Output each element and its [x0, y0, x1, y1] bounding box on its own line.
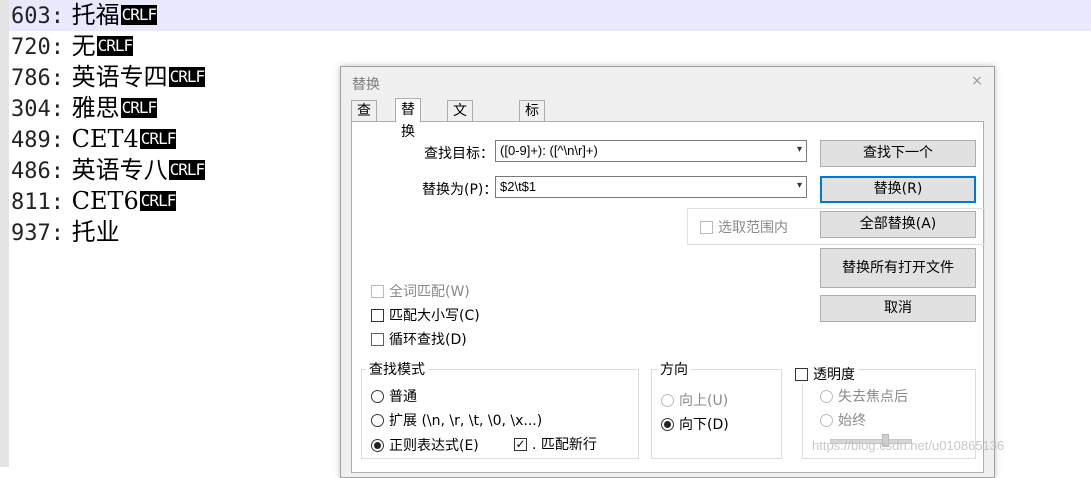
line-key: 603: [11, 4, 64, 29]
transparency-checkbox[interactable]: 透明度 [795, 364, 858, 384]
editor-line[interactable]: 603: 托福 CRLF [9, 0, 1091, 31]
watermark: https://blog.csdn.net/u010865136 [812, 438, 1005, 453]
radio-on-lose-focus[interactable]: 失去焦点后 [820, 386, 908, 406]
replace-panel: 查找目标： ([0-9]+): ([^\n\r]+) ▾ 替换为(P)： $2\… [351, 121, 985, 473]
transparency-label: 透明度 [813, 367, 855, 383]
editor-line[interactable]: 720: 无 CRLF [11, 31, 134, 62]
line-key: 811: [11, 190, 64, 215]
crlf-marker: CRLF [120, 98, 158, 118]
crlf-marker: CRLF [139, 191, 177, 211]
radio-up[interactable]: 向上(U) [661, 390, 728, 410]
cancel-button[interactable]: 取消 [820, 295, 976, 322]
line-key: 489: [11, 128, 64, 153]
line-key: 937: [11, 221, 64, 246]
checkbox-box [795, 367, 808, 381]
line-key: 304: [11, 97, 64, 122]
crlf-marker: CRLF [120, 5, 158, 25]
replace-all-button[interactable]: 全部替换(A) [820, 211, 976, 238]
in-selection-label: 选取范围内 [718, 220, 788, 236]
line-value: 英语专八 [71, 156, 168, 184]
radio-circle [820, 389, 833, 403]
radio-always-label: 始终 [838, 413, 866, 429]
find-next-button[interactable]: 查找下一个 [820, 140, 976, 167]
radio-down[interactable]: 向下(D) [661, 414, 729, 434]
checkbox-box [371, 308, 384, 322]
line-value: 雅思 [71, 94, 120, 122]
tab-mark[interactable]: 标记 [519, 100, 545, 139]
radio-circle [371, 438, 384, 452]
check-icon: ✓ [514, 437, 527, 451]
whole-word-label: 全词匹配(W) [389, 284, 470, 300]
replace-input[interactable]: $2\t$1 ▾ [495, 176, 807, 198]
replace-all-open-files-button[interactable]: 替换所有打开文件 [820, 248, 976, 288]
dot-newline-label: . 匹配新行 [532, 437, 597, 453]
replace-button[interactable]: 替换(R) [820, 176, 976, 203]
checkbox-box [371, 284, 384, 298]
radio-normal[interactable]: 普通 [371, 386, 417, 406]
editor-line[interactable]: 489: CET4 CRLF [11, 124, 177, 155]
radio-circle [820, 413, 833, 427]
chevron-down-icon[interactable]: ▾ [797, 180, 802, 191]
radio-extended[interactable]: 扩展 (\n, \r, \t, \0, \x...) [371, 410, 542, 430]
line-value: 托福 [71, 1, 120, 29]
crlf-marker: CRLF [96, 36, 134, 56]
radio-extended-label: 扩展 (\n, \r, \t, \0, \x...) [389, 413, 543, 429]
line-value: 英语专四 [71, 63, 168, 91]
whole-word-checkbox[interactable]: 全词匹配(W) [371, 281, 470, 301]
crlf-marker: CRLF [168, 67, 206, 87]
replace-value: $2\t$1 [500, 179, 537, 194]
radio-regex[interactable]: 正则表达式(E) [371, 435, 479, 455]
crlf-marker: CRLF [168, 160, 206, 180]
radio-always[interactable]: 始终 [820, 410, 866, 430]
tab-replace[interactable]: 替换 [395, 98, 421, 140]
find-input[interactable]: ([0-9]+): ([^\n\r]+) ▾ [495, 140, 807, 162]
wrap-around-label: 循环查找(D) [389, 332, 467, 348]
line-key: 720: [11, 35, 64, 60]
tab-find[interactable]: 查找 [351, 100, 377, 139]
radio-normal-label: 普通 [389, 389, 417, 405]
radio-down-label: 向下(D) [679, 417, 729, 433]
editor-line[interactable]: 786: 英语专四 CRLF [11, 62, 206, 93]
radio-circle [371, 389, 384, 403]
match-case-label: 匹配大小写(C) [389, 308, 480, 324]
line-value: 无 [71, 32, 96, 60]
direction-title: 方向 [657, 359, 691, 379]
radio-circle [661, 417, 674, 431]
find-value: ([0-9]+): ([^\n\r]+) [500, 143, 598, 158]
search-mode-title: 查找模式 [366, 359, 428, 379]
chevron-down-icon[interactable]: ▾ [797, 144, 802, 155]
close-icon: × [971, 73, 983, 89]
dot-matches-newline-checkbox[interactable]: ✓ . 匹配新行 [514, 434, 597, 454]
radio-up-label: 向上(U) [679, 393, 729, 409]
checkbox-box [700, 220, 713, 234]
line-value: CET6 [71, 187, 139, 215]
wrap-around-checkbox[interactable]: 循环查找(D) [371, 329, 467, 349]
close-button[interactable]: × [964, 69, 990, 93]
match-case-checkbox[interactable]: 匹配大小写(C) [371, 305, 480, 325]
replace-dialog: 替换 × 查找 替换 文件查找 标记 查找目标： ([0-9]+): ([^\n… [340, 66, 995, 478]
in-selection-checkbox[interactable]: 选取范围内 [700, 217, 788, 237]
editor-line[interactable]: 486: 英语专八 CRLF [11, 155, 206, 186]
radio-regex-label: 正则表达式(E) [389, 438, 479, 454]
dialog-title: 替换 [352, 77, 380, 93]
line-value: 托业 [71, 218, 120, 246]
radio-circle [371, 413, 384, 427]
editor-gutter [0, 0, 9, 467]
editor-line[interactable]: 937: 托业 [11, 217, 120, 248]
tab-find-in-files[interactable]: 文件查找 [447, 100, 473, 179]
line-value: CET4 [71, 125, 139, 153]
editor-line[interactable]: 811: CET6 CRLF [11, 186, 177, 217]
editor-line[interactable]: 304: 雅思 CRLF [11, 93, 158, 124]
radio-circle [661, 393, 674, 407]
checkbox-box [371, 332, 384, 346]
line-key: 486: [11, 159, 64, 184]
replace-label: 替换为(P)： [422, 182, 498, 198]
crlf-marker: CRLF [139, 129, 177, 149]
radio-on-lose-focus-label: 失去焦点后 [838, 389, 908, 405]
find-label: 查找目标： [424, 146, 494, 162]
line-key: 786: [11, 66, 64, 91]
